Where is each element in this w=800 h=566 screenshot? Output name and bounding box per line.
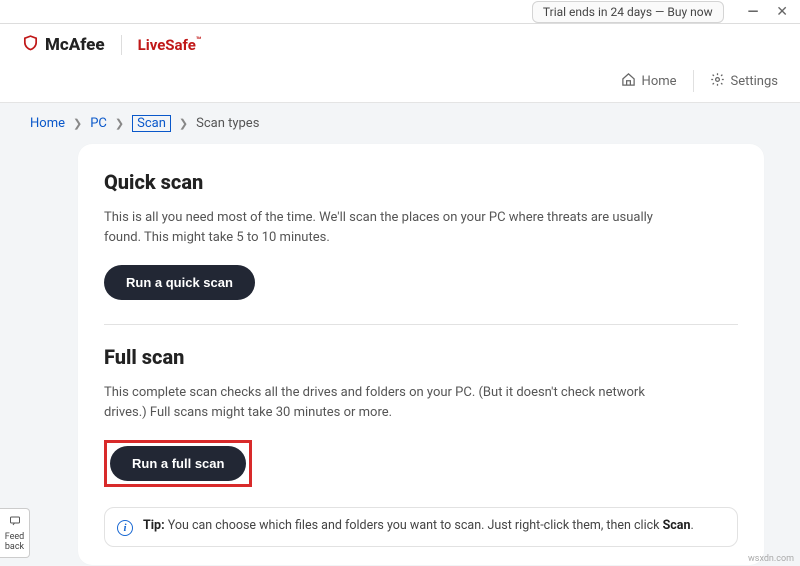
feedback-tab[interactable]: Feed back — [0, 508, 30, 558]
breadcrumb: Home ❯ PC ❯ Scan ❯ Scan types — [0, 103, 800, 140]
window-controls: — ✕ — [748, 5, 794, 19]
feedback-label: Feed back — [4, 533, 25, 553]
quick-scan-title: Quick scan — [104, 170, 738, 194]
tip-text: Tip: You can choose which files and fold… — [143, 518, 694, 533]
watermark: wsxdn.com — [748, 554, 794, 564]
chevron-right-icon: ❯ — [179, 117, 188, 130]
quick-scan-section: Quick scan This is all you need most of … — [104, 170, 738, 300]
header-nav: Home Settings — [22, 64, 778, 102]
run-full-scan-button[interactable]: Run a full scan — [110, 446, 246, 481]
info-icon: i — [117, 520, 133, 536]
tip-banner: i Tip: You can choose which files and fo… — [104, 507, 738, 547]
full-scan-section: Full scan This complete scan checks all … — [104, 345, 738, 487]
breadcrumb-home[interactable]: Home — [30, 116, 65, 131]
nav-settings-label: Settings — [731, 74, 778, 89]
brand-row: McAfee LiveSafe™ — [22, 34, 778, 64]
minimize-button[interactable]: — — [748, 5, 759, 19]
full-scan-title: Full scan — [104, 345, 738, 369]
gear-icon — [710, 72, 725, 91]
nav-home-label: Home — [642, 74, 677, 89]
run-quick-scan-button[interactable]: Run a quick scan — [104, 265, 255, 300]
brand-divider — [121, 35, 122, 55]
chat-icon — [8, 515, 22, 527]
highlight-box: Run a full scan — [104, 440, 252, 487]
quick-scan-desc: This is all you need most of the time. W… — [104, 208, 684, 247]
scan-types-card: Quick scan This is all you need most of … — [78, 144, 764, 565]
brand-logo: McAfee — [22, 34, 105, 56]
tip-bold: Scan — [663, 518, 691, 533]
nav-home[interactable]: Home — [621, 72, 677, 91]
nav-settings[interactable]: Settings — [710, 72, 778, 91]
full-scan-desc: This complete scan checks all the drives… — [104, 383, 684, 422]
product-name: LiveSafe™ — [138, 36, 202, 54]
nav-separator — [693, 70, 694, 92]
shield-icon — [22, 34, 39, 56]
home-icon — [621, 72, 636, 91]
tip-body-2: . — [691, 518, 694, 533]
window-titlebar: Trial ends in 24 days — Buy now — ✕ — [0, 0, 800, 24]
breadcrumb-scan[interactable]: Scan — [132, 115, 171, 132]
section-divider — [104, 324, 738, 325]
chevron-right-icon: ❯ — [73, 117, 82, 130]
chevron-right-icon: ❯ — [115, 117, 124, 130]
trial-status-pill[interactable]: Trial ends in 24 days — Buy now — [532, 1, 724, 23]
app-header: McAfee LiveSafe™ Home Settings — [0, 24, 800, 103]
tip-label: Tip: — [143, 518, 165, 533]
breadcrumb-pc[interactable]: PC — [90, 116, 107, 131]
breadcrumb-scan-types: Scan types — [196, 116, 259, 131]
tip-body-1: You can choose which files and folders y… — [165, 518, 663, 533]
close-button[interactable]: ✕ — [776, 5, 788, 19]
brand-name: McAfee — [45, 35, 105, 55]
